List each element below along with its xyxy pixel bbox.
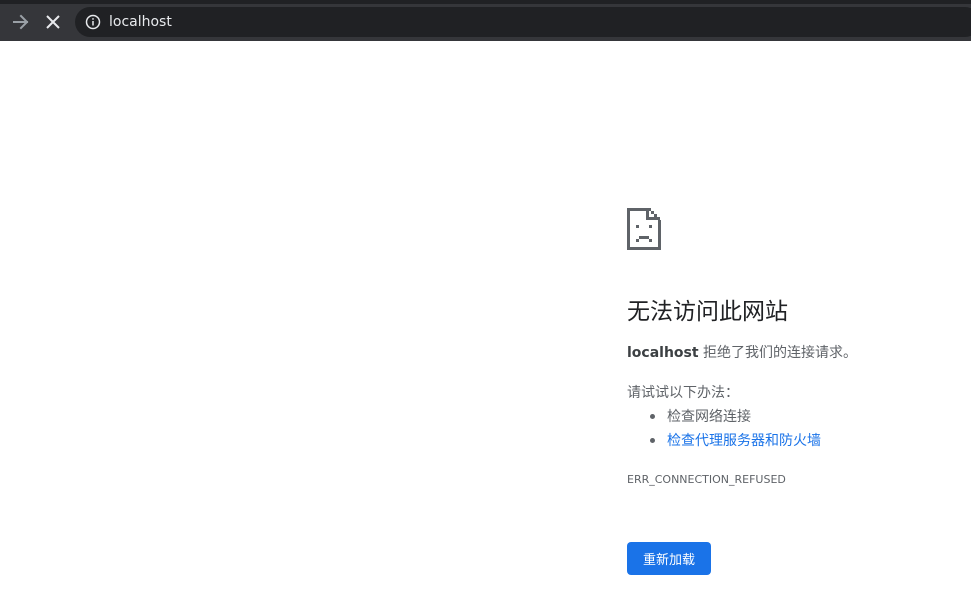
list-item: 检查网络连接 [627,405,821,429]
url-text[interactable]: localhost [109,13,172,31]
suggestion-check-network: 检查网络连接 [667,409,751,425]
address-bar[interactable]: localhost [75,7,971,37]
arrow-right-icon [13,14,29,30]
info-icon[interactable] [85,14,101,30]
bullet-icon [650,414,655,419]
forward-button[interactable] [9,10,33,34]
stop-loading-button[interactable] [41,10,65,34]
error-summary: localhost 拒绝了我们的连接请求。 [627,343,857,363]
suggestions-list: 检查网络连接 检查代理服务器和防火墙 [627,405,821,453]
reload-button[interactable]: 重新加载 [627,542,711,575]
summary-text: 拒绝了我们的连接请求。 [698,345,858,361]
browser-toolbar: localhost [0,0,971,41]
sad-document-icon [627,208,661,250]
host-name: localhost [627,345,699,361]
suggestions-label: 请试试以下办法： [627,385,739,401]
close-icon [46,15,60,29]
error-code: ERR_CONNECTION_REFUSED [627,473,786,486]
list-item: 检查代理服务器和防火墙 [627,429,821,453]
error-heading: 无法访问此网站 [627,299,788,325]
bullet-icon [650,438,655,443]
suggestion-check-proxy-link[interactable]: 检查代理服务器和防火墙 [667,433,821,449]
